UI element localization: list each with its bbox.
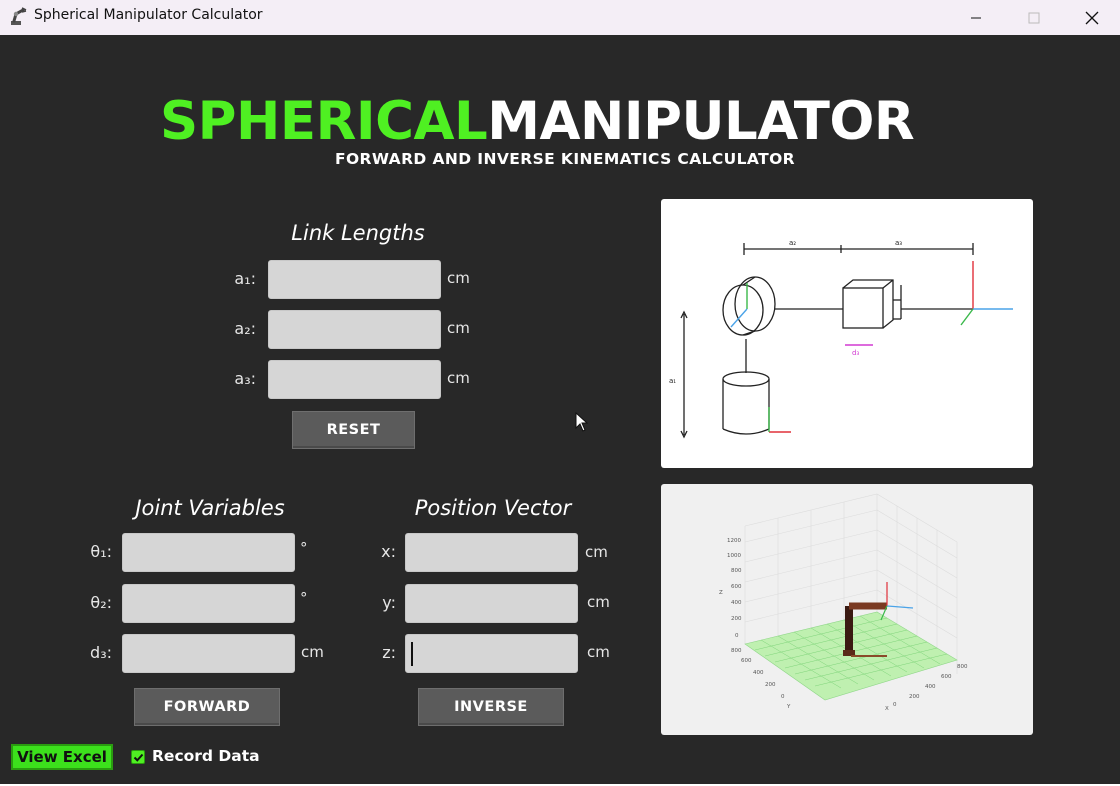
a1-unit: cm xyxy=(447,269,470,287)
app-subtitle: FORWARD AND INVERSE KINEMATICS CALCULATO… xyxy=(334,150,795,168)
a2-label: a₂: xyxy=(234,319,256,338)
theta1-unit: ° xyxy=(300,539,308,557)
theta2-label: θ₂: xyxy=(90,593,112,612)
minimize-icon xyxy=(971,17,981,18)
x-axis-label: X xyxy=(885,706,889,712)
mouse-pointer-icon xyxy=(575,412,589,432)
3d-plot: 1200 1000 800 600 400 200 0 Z Y X 800 60… xyxy=(719,493,968,712)
theta1-input[interactable] xyxy=(122,533,295,572)
y-tick-800: 800 xyxy=(731,648,742,654)
z-label: z: xyxy=(382,643,396,662)
z-unit: cm xyxy=(587,643,610,661)
z-tick-0: 0 xyxy=(735,633,739,639)
z-input[interactable] xyxy=(405,634,578,673)
x-label: x: xyxy=(381,542,396,561)
theta2-input[interactable] xyxy=(122,584,295,623)
z-tick-1200: 1200 xyxy=(727,538,741,544)
x-tick-0: 0 xyxy=(893,702,897,708)
x-tick-800: 800 xyxy=(957,664,968,670)
z-tick-400: 400 xyxy=(731,600,742,606)
3d-plot-panel: 1200 1000 800 600 400 200 0 Z Y X 800 60… xyxy=(661,484,1033,735)
kinematic-diagram-panel: a₂ a₃ a₁ d₃ xyxy=(661,199,1033,468)
y-tick-0: 0 xyxy=(781,694,785,700)
a2-dim-label: a₂ xyxy=(789,239,796,247)
a3-dim-label: a₃ xyxy=(895,239,902,247)
d3-unit: cm xyxy=(301,643,324,661)
window-titlebar: Spherical Manipulator Calculator xyxy=(0,0,1120,35)
maximize-icon xyxy=(1028,12,1040,23)
robot-arm-icon xyxy=(11,7,27,25)
y-tick-200: 200 xyxy=(765,682,776,688)
d3-dim-label: d₃ xyxy=(852,349,859,357)
checkmark-icon xyxy=(133,753,143,762)
z-axis-label: Z xyxy=(719,590,723,596)
a3-input[interactable] xyxy=(268,360,441,399)
link-lengths-heading: Link Lengths xyxy=(291,221,425,245)
d3-input[interactable] xyxy=(122,634,295,673)
record-data-checkbox[interactable] xyxy=(131,750,145,764)
record-data-label: Record Data xyxy=(152,747,260,765)
y-unit: cm xyxy=(587,593,610,611)
kinematic-diagram: a₂ a₃ a₁ d₃ xyxy=(669,239,1013,439)
x-tick-200: 200 xyxy=(909,694,920,700)
close-icon xyxy=(1085,11,1099,24)
maximize-button[interactable] xyxy=(1006,0,1062,35)
a1-dim-label: a₁ xyxy=(669,377,676,385)
y-axis-label: Y xyxy=(786,704,791,710)
x-tick-400: 400 xyxy=(925,684,936,690)
inverse-button[interactable]: INVERSE xyxy=(418,688,564,726)
close-button[interactable] xyxy=(1064,0,1120,35)
y-tick-600: 600 xyxy=(741,658,752,664)
view-excel-button[interactable]: View Excel xyxy=(11,744,113,770)
y-label: y: xyxy=(382,593,396,612)
position-vector-heading: Position Vector xyxy=(414,496,572,520)
d3-label: d₃: xyxy=(90,643,112,662)
x-unit: cm xyxy=(585,543,608,561)
z-tick-200: 200 xyxy=(731,616,742,622)
a1-label: a₁: xyxy=(234,269,256,288)
minimize-button[interactable] xyxy=(948,0,1004,35)
title-spherical: SPHERICAL xyxy=(160,91,488,152)
a3-label: a₃: xyxy=(234,369,256,388)
theta1-label: θ₁: xyxy=(90,542,112,561)
forward-button[interactable]: FORWARD xyxy=(134,688,280,726)
a1-input[interactable] xyxy=(268,260,441,299)
joint-variables-heading: Joint Variables xyxy=(135,496,285,520)
a3-unit: cm xyxy=(447,369,470,387)
reset-button[interactable]: RESET xyxy=(292,411,415,449)
x-tick-600: 600 xyxy=(941,674,952,680)
app-logo-title: SPHERICALMANIPULATOR xyxy=(160,94,966,150)
z-tick-800: 800 xyxy=(731,568,742,574)
x-input[interactable] xyxy=(405,533,578,572)
y-tick-400: 400 xyxy=(753,670,764,676)
y-input[interactable] xyxy=(405,584,578,623)
z-tick-1000: 1000 xyxy=(727,553,741,559)
z-tick-600: 600 xyxy=(731,584,742,590)
a2-input[interactable] xyxy=(268,310,441,349)
a2-unit: cm xyxy=(447,319,470,337)
window-title: Spherical Manipulator Calculator xyxy=(34,7,263,23)
title-manipulator: MANIPULATOR xyxy=(487,91,915,152)
theta2-unit: ° xyxy=(300,589,308,607)
